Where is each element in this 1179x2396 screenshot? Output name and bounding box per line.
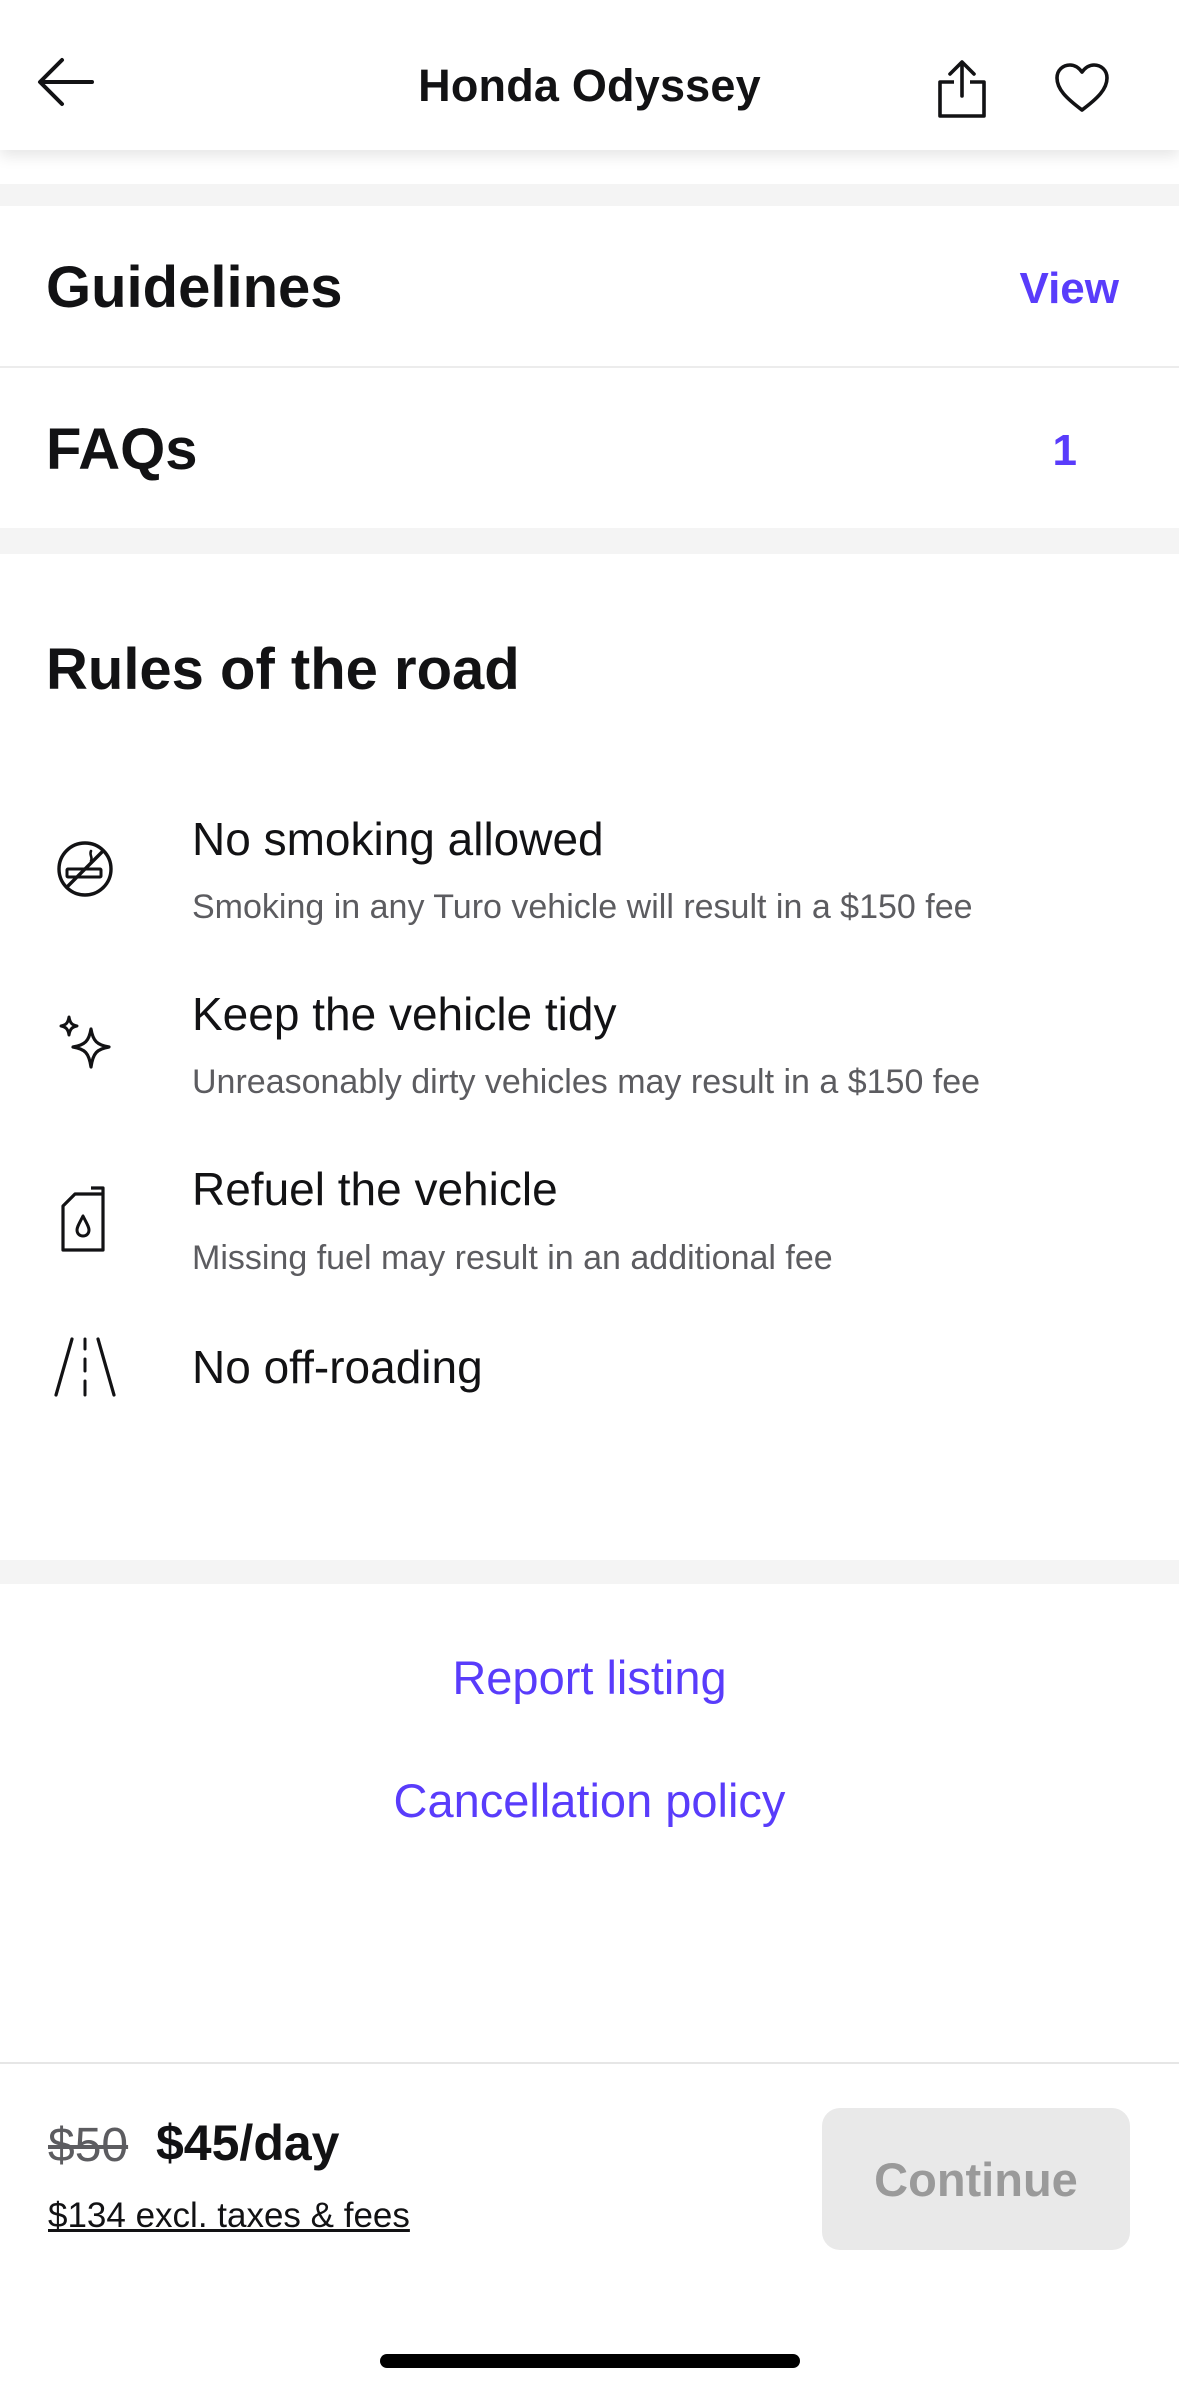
share-icon bbox=[938, 60, 986, 118]
rule-description: Missing fuel may result in an additional… bbox=[192, 1239, 833, 1277]
no-smoking-icon bbox=[50, 832, 120, 902]
faqs-title: FAQs bbox=[46, 417, 198, 482]
faqs-count[interactable]: 1 bbox=[1053, 426, 1077, 476]
original-price: $50 bbox=[48, 2119, 129, 2172]
continue-button[interactable]: Continue bbox=[822, 2108, 1130, 2250]
price-breakdown-link[interactable]: $134 excl. taxes & fees bbox=[48, 2196, 410, 2236]
rule-description: Smoking in any Turo vehicle will result … bbox=[192, 888, 973, 926]
sparkle-icon bbox=[50, 1008, 120, 1078]
section-divider bbox=[0, 528, 1179, 554]
fuel-can-icon bbox=[50, 1184, 120, 1254]
road-icon bbox=[50, 1332, 120, 1402]
page: Honda Odyssey Guidelines View FAQs 1 Rul… bbox=[0, 0, 1179, 2396]
section-divider bbox=[0, 1560, 1179, 1584]
cancellation-policy-link[interactable]: Cancellation policy bbox=[0, 1773, 1179, 1828]
rule-title: Refuel the vehicle bbox=[192, 1163, 558, 1215]
rule-description: Unreasonably dirty vehicles may result i… bbox=[192, 1063, 981, 1101]
rule-title: Keep the vehicle tidy bbox=[192, 988, 617, 1040]
guidelines-title: Guidelines bbox=[46, 255, 343, 320]
guidelines-view-link[interactable]: View bbox=[1020, 264, 1119, 314]
section-divider bbox=[0, 184, 1179, 206]
rules-heading: Rules of the road bbox=[46, 637, 520, 702]
heart-icon bbox=[1055, 63, 1109, 112]
top-nav-bar: Honda Odyssey bbox=[0, 0, 1179, 150]
rule-title: No off-roading bbox=[192, 1341, 483, 1393]
rule-title: No smoking allowed bbox=[192, 813, 604, 865]
share-button[interactable] bbox=[930, 56, 994, 120]
daily-price: $45/day bbox=[156, 2115, 340, 2171]
page-title: Honda Odyssey bbox=[418, 60, 761, 111]
home-indicator bbox=[380, 2354, 800, 2368]
row-divider bbox=[0, 366, 1179, 368]
report-listing-link[interactable]: Report listing bbox=[0, 1650, 1179, 1705]
favorite-button[interactable] bbox=[1050, 56, 1114, 120]
